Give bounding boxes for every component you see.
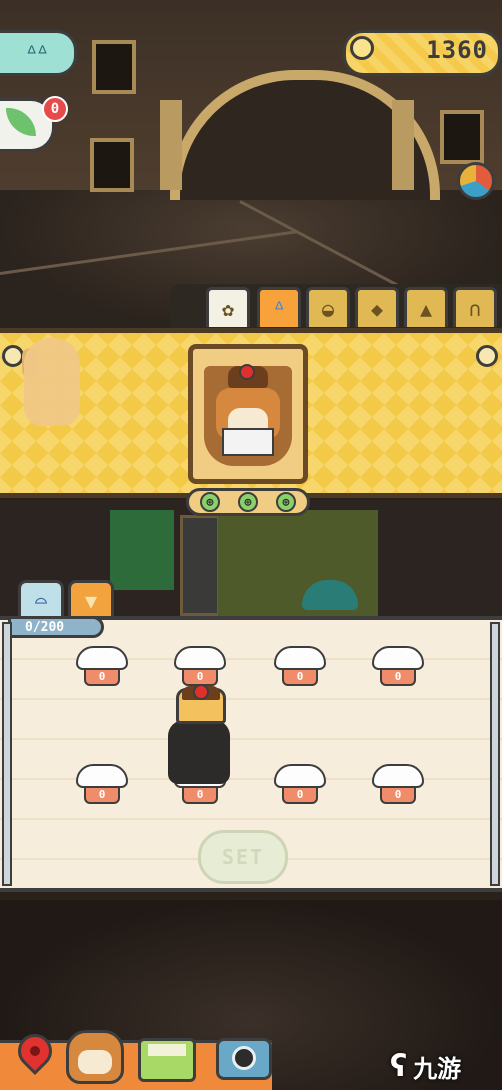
- bunny-icon: ᐞ: [273, 296, 285, 321]
- register-screen: [148, 1044, 186, 1056]
- coin-amount: 1360: [426, 36, 488, 64]
- tab-basket[interactable]: ◒: [306, 287, 350, 327]
- hat-slot[interactable]: 0: [272, 646, 328, 690]
- cherry-topping: [239, 364, 255, 380]
- menu-button[interactable]: ᐞᐞ: [0, 30, 77, 76]
- hat-slot[interactable]: 0: [74, 764, 130, 808]
- tab-hats[interactable]: ⌓: [18, 580, 64, 618]
- panel-rail-left: [2, 622, 12, 886]
- green-banner: [110, 510, 174, 590]
- dog-silhouette: [24, 338, 80, 426]
- tab-bunny[interactable]: ᐞ: [257, 287, 301, 327]
- castle-door-left: [90, 138, 134, 192]
- slot-count: 0: [380, 786, 416, 804]
- chef-hat-icon: [372, 646, 424, 670]
- character-silhouette: [168, 720, 230, 784]
- panel-rail-right: [490, 622, 500, 886]
- chef-hat-icon: [76, 764, 128, 788]
- tab-shirts[interactable]: ▼: [68, 580, 114, 618]
- set-button[interactable]: SET: [198, 830, 288, 884]
- chef-hat-icon: [174, 646, 226, 670]
- pillar-right: [392, 100, 414, 190]
- tab-arch[interactable]: ∩: [453, 287, 497, 327]
- tab-rock[interactable]: ▲: [404, 287, 448, 327]
- hat-slot[interactable]: 0: [74, 646, 130, 690]
- stats-pie-icon[interactable]: [457, 162, 495, 200]
- tab-stone[interactable]: ◆: [355, 287, 399, 327]
- rock-icon: ▲: [419, 296, 433, 321]
- slot-count: 0: [282, 668, 318, 686]
- watermark-text: 九游: [413, 1054, 462, 1083]
- tab-flower[interactable]: ✿: [206, 287, 250, 327]
- shirt-icon: ▼: [84, 588, 98, 613]
- chef-hat-icon: [76, 646, 128, 670]
- slot-count: 0: [84, 668, 120, 686]
- slot-count: 0: [282, 786, 318, 804]
- coin-icon: [350, 36, 374, 60]
- item-counter: 0/200: [8, 616, 104, 638]
- watermark-logo: ʕ 九游: [390, 1046, 498, 1086]
- hat-icon: ⌓: [34, 588, 48, 613]
- band-bolt-right: [476, 345, 498, 367]
- chef-hat-icon: [274, 764, 326, 788]
- castle-window: [92, 40, 136, 94]
- slot-count: 0: [182, 786, 218, 804]
- shiba-face: [78, 1050, 112, 1074]
- camera-lens: [232, 1046, 256, 1070]
- hat-slot[interactable]: 0: [370, 646, 426, 690]
- shiba-apron: [222, 428, 274, 456]
- flower-icon: ✿: [221, 296, 235, 321]
- castle-door-right: [440, 110, 484, 164]
- arch-icon: ∩: [468, 296, 482, 321]
- rotate-left-button[interactable]: ⊕: [200, 492, 220, 512]
- map-pin-dot: [30, 1046, 40, 1056]
- bunny-icon: ᐞᐞ: [26, 41, 48, 65]
- notification-badge: 0: [42, 96, 68, 122]
- watermark-mark: ʕ: [390, 1048, 408, 1084]
- cherry-topping: [193, 684, 209, 700]
- rotate-center-button[interactable]: ⊕: [238, 492, 258, 512]
- chef-hat-icon: [274, 646, 326, 670]
- slot-count: 0: [84, 786, 120, 804]
- speaker-panel: [180, 515, 220, 616]
- rotate-right-button[interactable]: ⊕: [276, 492, 296, 512]
- basket-icon: ◒: [321, 296, 335, 321]
- chef-hat-icon: [372, 764, 424, 788]
- pillar-left: [160, 100, 182, 190]
- hat-slot[interactable]: 0: [272, 764, 328, 808]
- hat-slot[interactable]: 0: [370, 764, 426, 808]
- band-bolt-left: [2, 345, 24, 367]
- stone-icon: ◆: [370, 296, 384, 321]
- slot-count: 0: [380, 668, 416, 686]
